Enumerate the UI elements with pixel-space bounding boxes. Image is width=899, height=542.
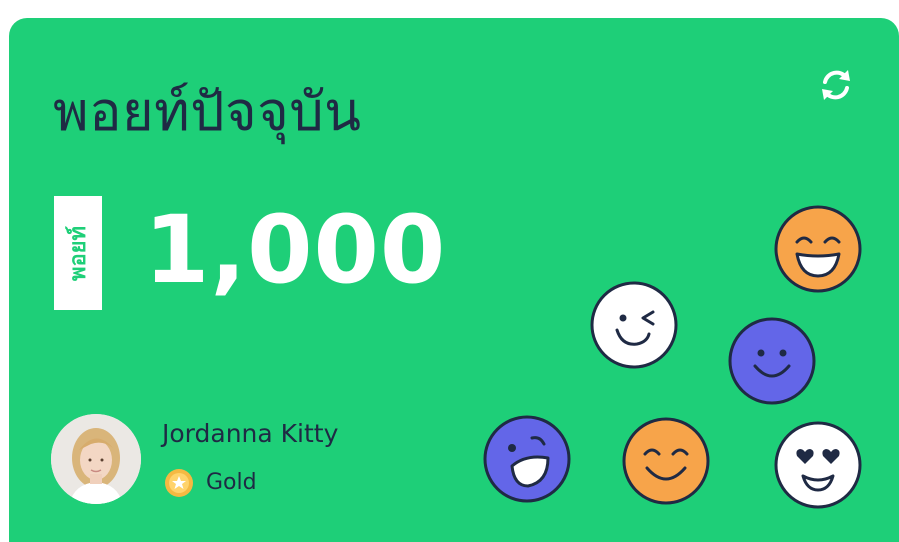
smiley-orange-happy-icon [621,416,711,510]
avatar [51,414,141,504]
star-badge-icon [164,468,194,498]
points-unit-tag: พอยท์ [54,196,102,310]
smiley-purple-laugh-icon [482,414,572,508]
user-name: Jordanna Kitty [162,419,339,448]
membership-tier: Gold [164,468,257,498]
tier-label: Gold [206,470,257,495]
smiley-white-wink-icon [589,280,679,374]
smiley-purple-smile-icon [727,316,817,410]
card-title: พอยท์ปัจจุบัน [53,80,362,143]
smiley-white-heart-eyes-icon [773,420,863,514]
points-value: 1,000 [144,196,447,305]
refresh-icon[interactable] [815,64,857,106]
points-unit-label: พอยท์ [66,225,92,281]
points-card: พอยท์ปัจจุบัน พอยท์ 1,000 Jordanna Kitty [9,18,899,542]
smiley-orange-grin-icon [773,204,863,298]
